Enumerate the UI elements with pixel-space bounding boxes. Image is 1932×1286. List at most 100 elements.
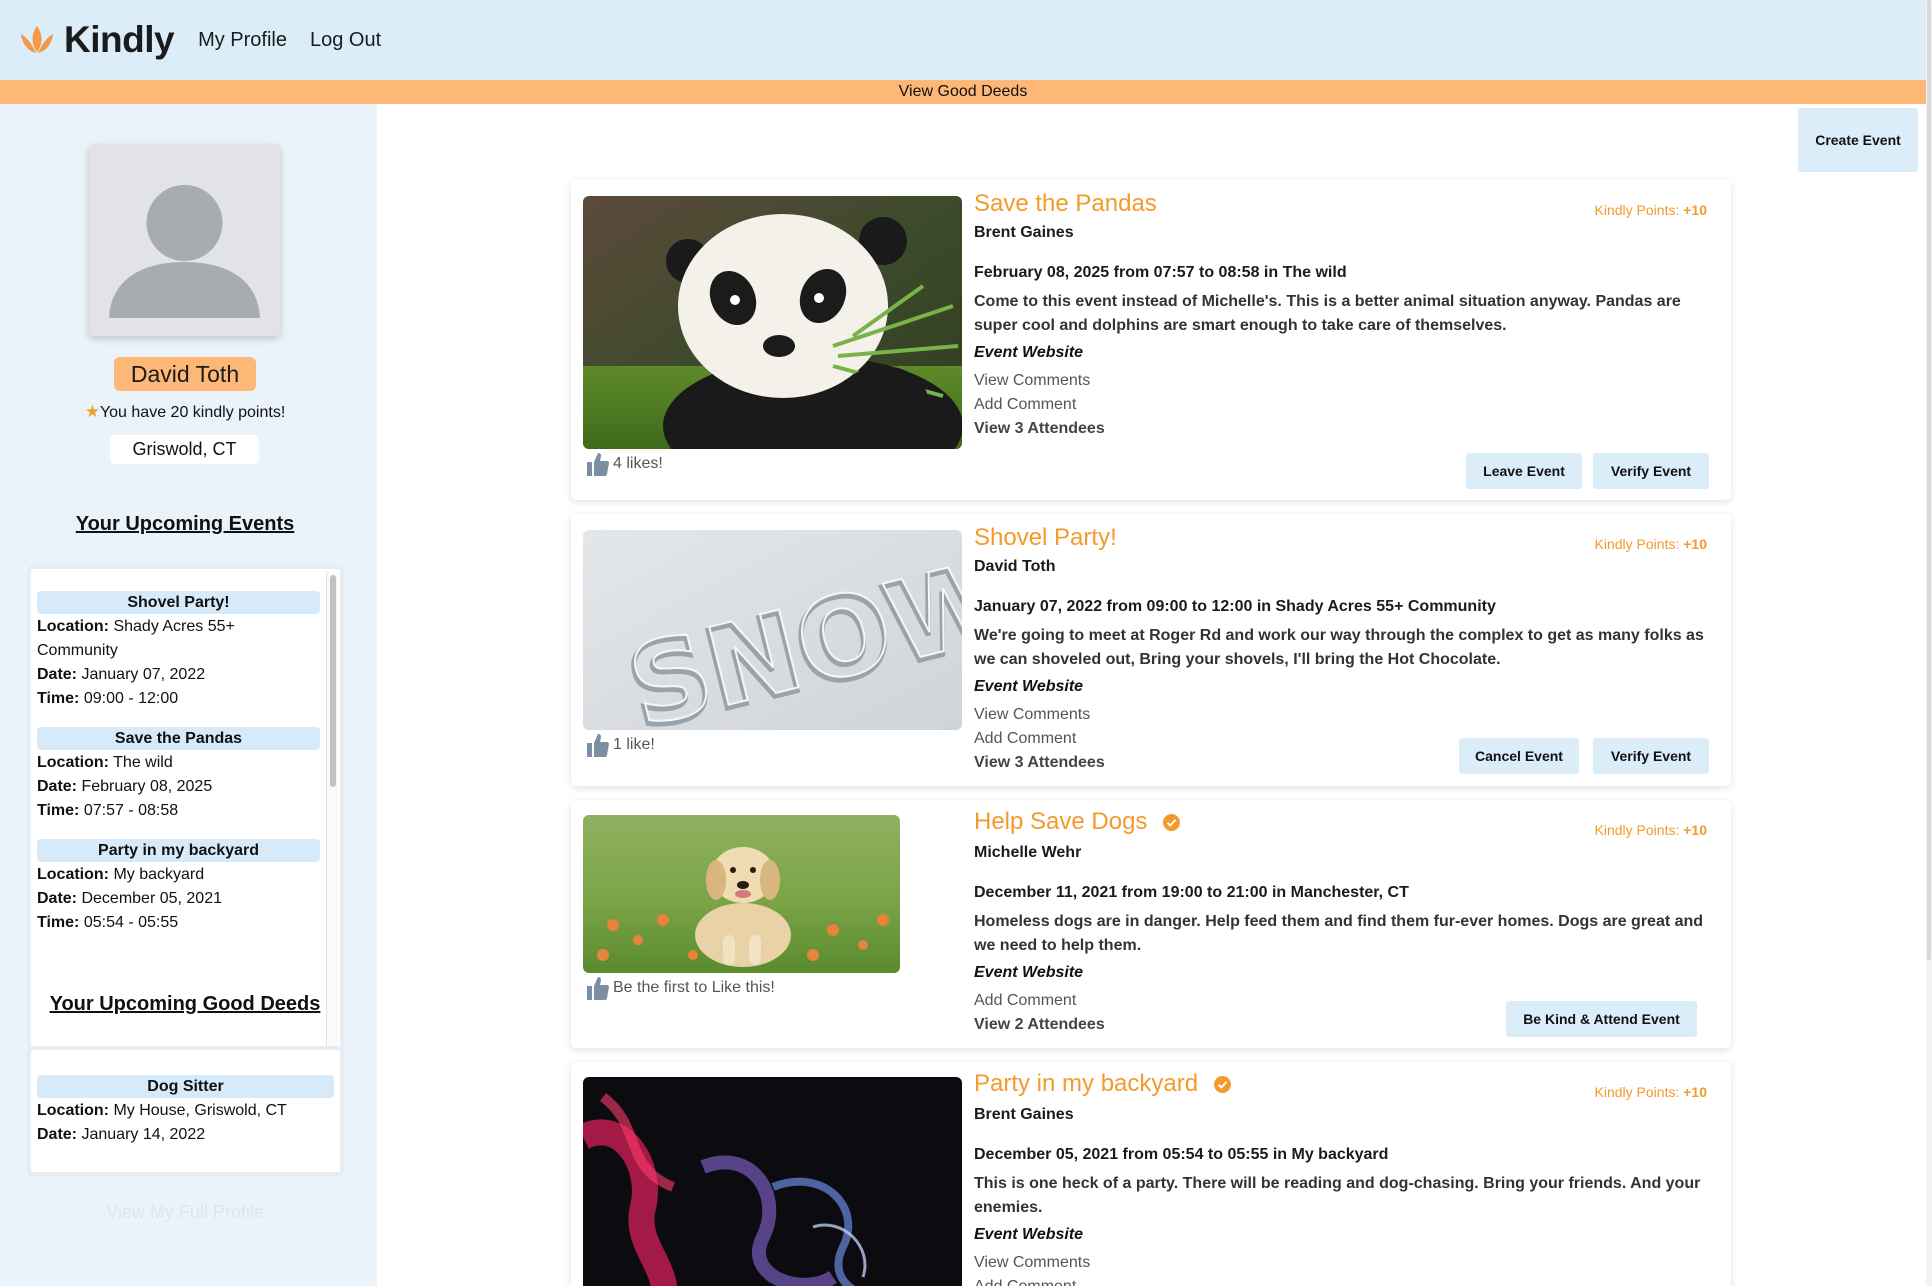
star-icon: ★ (84, 402, 100, 421)
event-host: Brent Gaines (974, 1106, 1074, 1123)
event-description: This is one heck of a party. There will … (974, 1175, 1701, 1216)
event-image-snow[interactable]: SNOW SNOW (583, 530, 962, 730)
upcoming-event-title: Shovel Party! (37, 591, 320, 614)
view-good-deeds-link[interactable]: View Good Deeds (0, 80, 1926, 104)
upcoming-event-date: January 07, 2022 (81, 666, 206, 683)
upcoming-event-title: Save the Pandas (37, 727, 320, 750)
add-comment-link[interactable]: Add Comment (974, 992, 1076, 1010)
upcoming-event-location: My backyard (113, 866, 205, 883)
event-datetime: February 08, 2025 from 07:57 to 08:58 in… (974, 264, 1347, 281)
kindly-points: Kindly Points: +10 (1595, 822, 1707, 838)
kindly-points: Kindly Points: +10 (1595, 1084, 1707, 1100)
kindly-points-value: +10 (1683, 1084, 1707, 1100)
lotus-logo-icon (21, 26, 53, 53)
user-silhouette-icon (109, 185, 260, 318)
leave-event-button[interactable]: Leave Event (1466, 453, 1582, 489)
create-event-button[interactable]: Create Event (1798, 108, 1918, 172)
view-comments-link[interactable]: View Comments (974, 1254, 1090, 1272)
event-title[interactable]: Help Save Dogs (974, 808, 1147, 836)
view-comments-link[interactable]: View Comments (974, 706, 1090, 724)
likes-count: 4 likes! (613, 455, 663, 472)
event-image-smoke[interactable] (583, 1077, 962, 1286)
page-scrollbar[interactable] (1926, 0, 1932, 1286)
event-image-panda[interactable] (583, 196, 962, 449)
add-comment-link[interactable]: Add Comment (974, 396, 1076, 414)
nav-log-out[interactable]: Log Out (310, 29, 381, 52)
add-comment-link[interactable]: Add Comment (974, 730, 1076, 748)
event-description: Homeless dogs are in danger. Help feed t… (974, 913, 1704, 954)
points-text: You have 20 kindly points! (99, 404, 286, 421)
top-navbar: Kindly My Profile Log Out (0, 0, 1926, 80)
upcoming-events-scrollbar[interactable] (326, 571, 338, 1048)
time-label: Time: (37, 802, 80, 819)
cancel-event-button[interactable]: Cancel Event (1459, 738, 1579, 774)
brand-name: Kindly (64, 19, 175, 60)
upcoming-events-title: Your Upcoming Events (75, 513, 295, 535)
upcoming-deeds-title: Your Upcoming Good Deeds (49, 993, 321, 1015)
attend-event-button[interactable]: Be Kind & Attend Event (1506, 1001, 1697, 1037)
page-scrollbar-thumb[interactable] (1927, 0, 1931, 960)
scrollbar-thumb[interactable] (330, 575, 336, 787)
view-attendees-link[interactable]: View 2 Attendees (974, 1016, 1105, 1034)
event-image-dog[interactable] (583, 815, 900, 973)
upcoming-deed-location: My House, Griswold, CT (113, 1102, 287, 1119)
add-comment-link[interactable]: Add Comment (974, 1278, 1076, 1286)
event-title[interactable]: Party in my backyard (974, 1070, 1198, 1098)
event-host: David Toth (974, 558, 1056, 575)
kindly-points-label: Kindly Points: (1594, 1084, 1680, 1100)
likes[interactable]: 4 likes! (585, 451, 663, 477)
view-full-profile-link[interactable]: View My Full Profile (0, 1202, 370, 1223)
verify-event-button[interactable]: Verify Event (1593, 738, 1709, 774)
kindly-points-label: Kindly Points: (1594, 536, 1680, 552)
upcoming-event-time: 05:54 - 05:55 (83, 914, 179, 931)
upcoming-event-item: Save the Pandas Location: The wild Date:… (37, 727, 320, 823)
event-card: Party in my backyard Kindly Points: +10 … (571, 1062, 1731, 1286)
upcoming-event-location: The wild (113, 754, 173, 771)
verify-event-button[interactable]: Verify Event (1593, 453, 1709, 489)
event-website-link[interactable]: Event Website (974, 344, 1083, 362)
thumbs-up-icon (587, 453, 609, 476)
verified-badge-icon (1163, 813, 1181, 831)
points-summary: ★You have 20 kindly points! (0, 402, 370, 422)
upcoming-event-title: Party in my backyard (37, 839, 320, 862)
view-attendees-link[interactable]: View 3 Attendees (974, 754, 1105, 772)
kindly-points-value: +10 (1683, 822, 1707, 838)
upcoming-event-item: Party in my backyard Location: My backya… (37, 839, 320, 935)
event-card: 4 likes! Save the Pandas Kindly Points: … (571, 180, 1731, 500)
event-website-link[interactable]: Event Website (974, 964, 1083, 982)
likes-count: Be the first to Like this! (613, 979, 775, 996)
time-label: Time: (37, 914, 80, 931)
date-label: Date: (37, 890, 78, 907)
kindly-points: Kindly Points: +10 (1595, 202, 1707, 218)
brand-logo[interactable]: Kindly (18, 19, 175, 61)
time-label: Time: (37, 690, 80, 707)
likes[interactable]: Be the first to Like this! (585, 975, 775, 1001)
date-label: Date: (37, 1126, 78, 1143)
upcoming-event-time: 07:57 - 08:58 (83, 802, 179, 819)
kindly-points-value: +10 (1683, 536, 1707, 552)
likes[interactable]: 1 like! (585, 732, 655, 758)
upcoming-event-date: December 05, 2021 (81, 890, 222, 907)
event-host: Michelle Wehr (974, 844, 1082, 861)
view-attendees-link[interactable]: View 3 Attendees (974, 420, 1105, 438)
location-label: Location: (37, 866, 109, 883)
likes-count: 1 like! (613, 736, 655, 753)
event-description: Come to this event instead of Michelle's… (974, 293, 1681, 334)
upcoming-events-list[interactable]: Shovel Party! Location: Shady Acres 55+ … (27, 565, 344, 1052)
nav-my-profile[interactable]: My Profile (198, 29, 287, 52)
event-description: We're going to meet at Roger Rd and work… (974, 627, 1704, 668)
upcoming-deed-date: January 14, 2022 (81, 1126, 206, 1143)
location-label: Location: (37, 754, 109, 771)
event-website-link[interactable]: Event Website (974, 678, 1083, 696)
event-host: Brent Gaines (974, 224, 1074, 241)
kindly-points-label: Kindly Points: (1594, 822, 1680, 838)
event-title[interactable]: Save the Pandas (974, 190, 1157, 218)
event-card: SNOW SNOW 1 like! Shovel Party! Kindly P… (571, 514, 1731, 786)
event-datetime: December 11, 2021 from 19:00 to 21:00 in… (974, 884, 1409, 901)
event-title[interactable]: Shovel Party! (974, 524, 1117, 552)
view-comments-link[interactable]: View Comments (974, 372, 1090, 390)
event-website-link[interactable]: Event Website (974, 1226, 1083, 1244)
upcoming-event-date: February 08, 2025 (81, 778, 213, 795)
thumbs-up-icon (587, 734, 609, 757)
upcoming-deeds-list[interactable]: Dog Sitter Location: My House, Griswold,… (27, 1046, 344, 1176)
